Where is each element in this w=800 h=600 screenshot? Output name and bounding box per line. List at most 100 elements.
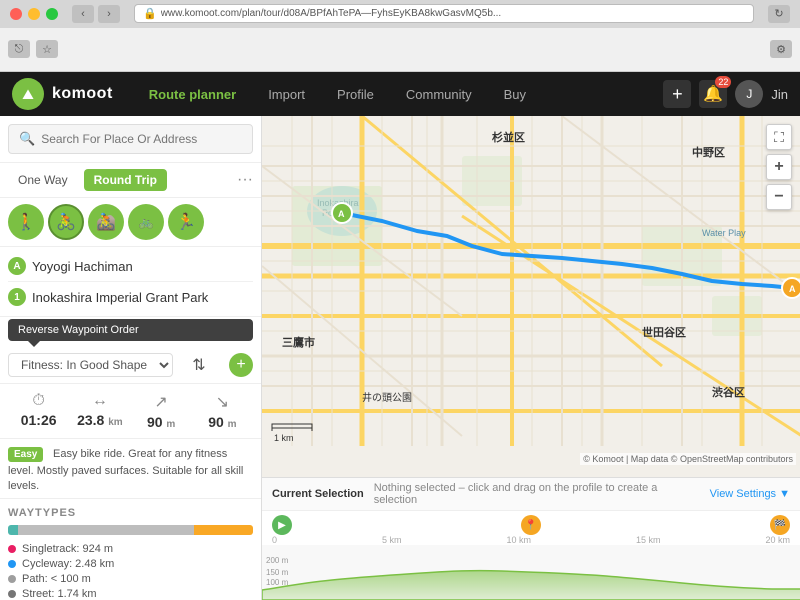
nav-community[interactable]: Community [390, 75, 488, 114]
elevation-section: Current Selection Nothing selected – cli… [262, 477, 800, 600]
elevation-profile-container[interactable]: 200 m 150 m 100 m [262, 545, 800, 600]
stat-distance-value: 23.8 km [77, 412, 123, 428]
tab-one-way[interactable]: One Way [8, 169, 78, 191]
waypoint-1-row: 1 Inokashira Imperial Grant Park [0, 282, 261, 312]
left-panel: 🔍 One Way Round Trip ··· 🚶 🚴 🚵 🚲 🏃 [0, 116, 262, 600]
activity-cycling[interactable]: 🚴 [48, 204, 84, 240]
elevation-scale-labels: 0 5 km 10 km 15 km 20 km [262, 535, 800, 545]
svg-text:150 m: 150 m [266, 568, 289, 577]
lock-icon: 🔒 [143, 7, 157, 20]
tooltip-container: Reverse Waypoint Order [8, 319, 253, 347]
main-content: 🔍 One Way Round Trip ··· 🚶 🚴 🚵 🚲 🏃 [0, 116, 800, 600]
address-bar[interactable]: 🔒 www.komoot.com/plan/tour/d08A/BPfAhTeP… [134, 4, 754, 23]
search-input-wrap[interactable]: 🔍 [8, 124, 253, 154]
maximize-traffic-light[interactable] [46, 8, 58, 20]
distance-icon: ↔ [92, 392, 108, 410]
svg-text:A: A [338, 209, 345, 219]
location-icon: 📍 [525, 520, 537, 531]
tooltip-arrow [28, 341, 40, 347]
nav-buy[interactable]: Buy [488, 75, 542, 114]
profile-markers-row: ▶ 📍 🏁 [262, 511, 800, 535]
ascent-icon: ↗ [154, 392, 167, 412]
activity-mountain-biking[interactable]: 🚵 [88, 204, 124, 240]
reload-button[interactable]: ↻ [768, 5, 790, 23]
notification-badge: 22 [715, 76, 731, 88]
path-dot [8, 575, 16, 583]
view-settings-link[interactable]: View Settings ▼ [710, 488, 790, 500]
top-nav: ⛰ komoot Route planner Import Profile Co… [0, 72, 800, 116]
singletrack-dot [8, 545, 16, 553]
reverse-waypoint-tooltip: Reverse Waypoint Order [8, 319, 253, 341]
map-controls: ⛶ + − [766, 124, 792, 210]
activity-icons: 🚶 🚴 🚵 🚲 🏃 [0, 198, 261, 247]
waypoint-a-row: A Yoyogi Hachiman [0, 251, 261, 281]
svg-text:三鷹市: 三鷹市 [282, 335, 315, 349]
traffic-lights [10, 8, 58, 20]
duration-icon: ⏱ [32, 392, 44, 410]
scale-label-20: 20 km [765, 535, 790, 545]
share-button[interactable]: ⎋ [8, 40, 30, 58]
add-waypoint-button[interactable]: + [229, 353, 253, 377]
map-area[interactable]: Inokashira Pond [262, 116, 800, 600]
browser-chrome: ‹ › 🔒 www.komoot.com/plan/tour/d08A/BPfA… [0, 0, 800, 72]
cycleway-dot [8, 560, 16, 568]
activity-road-cycling[interactable]: 🚲 [128, 204, 164, 240]
stats-row: ⏱ 01:26 ↔ 23.8 km ↗ 90 m ↘ 90 m [0, 384, 261, 439]
path-label: Path: < 100 m [22, 573, 91, 585]
scale-label-5: 5 km [382, 535, 402, 545]
avatar[interactable]: J [735, 80, 763, 108]
extension-button[interactable]: ⚙ [770, 40, 792, 58]
app-container: ⛰ komoot Route planner Import Profile Co… [0, 72, 800, 600]
back-button[interactable]: ‹ [72, 5, 94, 23]
profile-mid-marker: 📍 [521, 515, 541, 535]
selection-hint: Nothing selected – click and drag on the… [374, 482, 700, 506]
svg-text:1 km: 1 km [274, 433, 294, 443]
singletrack-label: Singletrack: 924 m [22, 543, 113, 555]
url-text: www.komoot.com/plan/tour/d08A/BPfAhTePA—… [161, 8, 502, 19]
waytype-list: Singletrack: 924 m Cycleway: 2.48 km Pat… [8, 543, 253, 600]
close-traffic-light[interactable] [10, 8, 22, 20]
elevation-chart: 200 m 150 m 100 m [262, 545, 800, 600]
browser-toolbar: ⎋ ☆ ⚙ [0, 28, 800, 71]
svg-text:中野区: 中野区 [692, 145, 725, 159]
activity-hiking[interactable]: 🚶 [8, 204, 44, 240]
fullscreen-button[interactable]: ⛶ [766, 124, 792, 150]
tab-round-trip[interactable]: Round Trip [84, 169, 167, 191]
svg-text:世田谷区: 世田谷区 [642, 325, 686, 339]
stat-ascent: ↗ 90 m [131, 392, 192, 430]
reverse-waypoints-button[interactable]: ⇅ [188, 353, 209, 377]
profile-end-icon: 🏁 [770, 515, 790, 535]
waytype-bar [8, 525, 253, 535]
easy-badge: Easy [8, 447, 43, 462]
nav-route-planner[interactable]: Route planner [133, 75, 252, 114]
nav-import[interactable]: Import [252, 75, 321, 114]
waytype-path: Path: < 100 m [8, 573, 253, 585]
search-input[interactable] [41, 132, 242, 146]
svg-text:渋谷区: 渋谷区 [712, 385, 745, 399]
svg-text:井の頭公園: 井の頭公園 [362, 391, 412, 404]
more-options-button[interactable]: ··· [237, 171, 253, 189]
notification-btn[interactable]: 🔔 22 [699, 80, 727, 108]
svg-text:100 m: 100 m [266, 578, 289, 587]
waytype-seg-0 [8, 525, 18, 535]
bookmark-button[interactable]: ☆ [36, 40, 58, 58]
forward-button[interactable]: › [98, 5, 120, 23]
fitness-select[interactable]: Fitness: In Good Shape [8, 353, 173, 377]
map-background: Inokashira Pond [262, 116, 800, 600]
zoom-in-button[interactable]: + [766, 154, 792, 180]
elevation-header: Current Selection Nothing selected – cli… [262, 478, 800, 511]
app-name: komoot [52, 85, 113, 103]
zoom-out-button[interactable]: − [766, 184, 792, 210]
activity-running[interactable]: 🏃 [168, 204, 204, 240]
current-selection-label: Current Selection [272, 488, 364, 500]
minimize-traffic-light[interactable] [28, 8, 40, 20]
scale-label-15: 15 km [636, 535, 661, 545]
svg-text:Water Play: Water Play [702, 228, 746, 238]
add-button[interactable]: + [663, 80, 691, 108]
nav-actions: + 🔔 22 J Jin [663, 80, 788, 108]
stat-ascent-value: 90 m [147, 414, 175, 430]
nav-profile[interactable]: Profile [321, 75, 390, 114]
trip-tabs: One Way Round Trip ··· [0, 163, 261, 198]
street-label: Street: 1.74 km [22, 588, 97, 600]
play-icon: ▶ [278, 520, 286, 531]
